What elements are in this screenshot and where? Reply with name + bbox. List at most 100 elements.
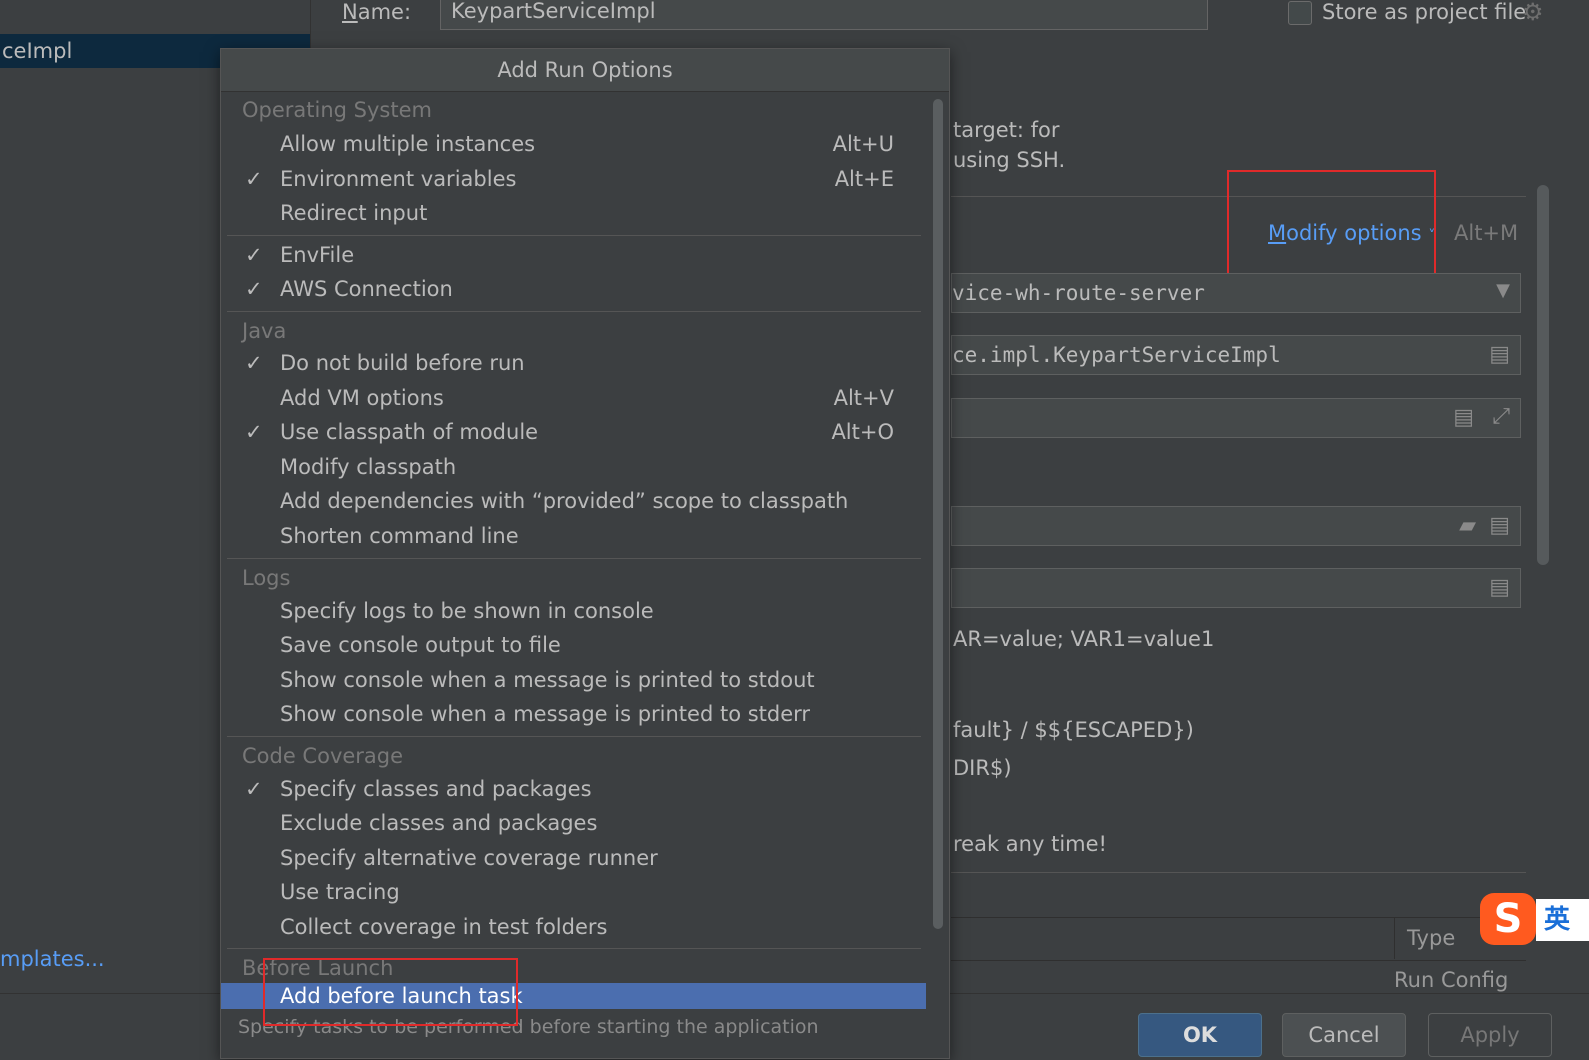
option-shorten-command-line[interactable]: Shorten command line: [221, 519, 926, 553]
folder-icon[interactable]: ▰: [1459, 513, 1476, 538]
popup-title: Add Run Options: [221, 49, 949, 92]
option-label: Modify classpath: [280, 455, 457, 479]
option-do-not-build[interactable]: ✓ Do not build before run: [221, 346, 926, 380]
main-class-field[interactable]: ce.impl.KeypartServiceImpl ▤: [951, 335, 1521, 375]
name-label-rest: ame:: [357, 0, 412, 24]
option-show-console-stdout[interactable]: Show console when a message is printed t…: [221, 663, 926, 697]
annotation-highlight-box: [263, 958, 518, 1026]
document-icon[interactable]: ▤: [1453, 405, 1474, 430]
check-icon: ✓: [245, 167, 263, 191]
option-specify-classes[interactable]: ✓ Specify classes and packages: [221, 772, 926, 806]
add-run-options-popup: Add Run Options Operating System Allow m…: [220, 48, 950, 1059]
popup-scrollbar[interactable]: [933, 99, 943, 929]
name-input[interactable]: KeypartServiceImpl: [440, 0, 1208, 30]
env-vars-hint: AR=value; VAR1=value1: [953, 627, 1215, 651]
option-label: EnvFile: [280, 243, 355, 267]
option-label: Show console when a message is printed t…: [280, 702, 811, 726]
sogou-logo-icon: S: [1480, 893, 1536, 945]
option-add-vm-options[interactable]: Add VM options Alt+V: [221, 381, 926, 415]
option-label: AWS Connection: [280, 277, 453, 301]
option-use-classpath-of-module[interactable]: ✓ Use classpath of module Alt+O: [221, 415, 926, 449]
store-as-project-checkbox[interactable]: [1288, 1, 1312, 25]
column-divider: [1394, 917, 1395, 959]
ok-button[interactable]: OK: [1138, 1013, 1262, 1057]
option-exclude-classes[interactable]: Exclude classes and packages: [221, 806, 926, 840]
modify-options-shortcut: Alt+M: [1454, 221, 1519, 245]
ime-language-label: 英: [1536, 899, 1589, 941]
option-label: Specify classes and packages: [280, 777, 592, 801]
option-alternative-coverage-runner[interactable]: Specify alternative coverage runner: [221, 841, 926, 875]
scrollbar[interactable]: [1537, 185, 1549, 565]
check-icon: ✓: [245, 277, 263, 301]
option-envfile[interactable]: ✓ EnvFile: [221, 238, 926, 272]
option-allow-multiple-instances[interactable]: Allow multiple instances Alt+U: [221, 127, 926, 161]
check-icon: ✓: [245, 420, 263, 444]
option-label: Specify logs to be shown in console: [280, 599, 654, 623]
option-environment-variables[interactable]: ✓ Environment variables Alt+E: [221, 162, 926, 196]
expand-icon[interactable]: ⤢: [1492, 404, 1510, 429]
ime-indicator[interactable]: S 英: [1480, 893, 1589, 949]
name-label-mnemonic: N: [342, 0, 358, 24]
separator: [227, 311, 921, 312]
escape-hint: fault} / $${ESCAPED}): [953, 718, 1194, 742]
option-shortcut: Alt+U: [832, 132, 894, 156]
annotation-highlight-box: [1227, 170, 1436, 282]
check-icon: ✓: [245, 351, 263, 375]
option-redirect-input[interactable]: Redirect input: [221, 196, 926, 230]
section-operating-system: Operating System: [242, 98, 432, 122]
gear-icon[interactable]: ⚙: [1522, 0, 1544, 26]
option-show-console-stderr[interactable]: Show console when a message is printed t…: [221, 697, 926, 731]
option-label: Show console when a message is printed t…: [280, 668, 815, 692]
check-icon: ✓: [245, 243, 263, 267]
option-save-console-output[interactable]: Save console output to file: [221, 628, 926, 662]
option-label: Save console output to file: [280, 633, 561, 657]
option-modify-classpath[interactable]: Modify classpath: [221, 450, 926, 484]
section-code-coverage: Code Coverage: [242, 744, 404, 768]
dropdown-arrow-icon: ▼: [1496, 280, 1510, 301]
option-label: Use tracing: [280, 880, 400, 904]
option-shortcut: Alt+O: [831, 420, 894, 444]
option-use-tracing[interactable]: Use tracing: [221, 875, 926, 909]
env-vars-field[interactable]: ▤: [951, 568, 1521, 608]
dir-hint: DIR$): [953, 756, 1012, 780]
store-as-project-label[interactable]: Store as project file: [1322, 0, 1526, 24]
document-icon[interactable]: ▤: [1489, 575, 1510, 600]
option-specify-logs[interactable]: Specify logs to be shown in console: [221, 594, 926, 628]
edit-templates-link[interactable]: mplates...: [0, 947, 105, 971]
option-aws-connection[interactable]: ✓ AWS Connection: [221, 272, 926, 306]
target-text-line2: using SSH.: [953, 148, 1066, 172]
separator: [951, 872, 1526, 873]
name-label: Name:: [342, 0, 411, 24]
section-logs: Logs: [242, 566, 291, 590]
option-label: Specify alternative coverage runner: [280, 846, 658, 870]
option-label: Use classpath of module: [280, 420, 539, 444]
separator: [227, 235, 921, 236]
option-add-provided-dependencies[interactable]: Add dependencies with “provided” scope t…: [221, 484, 926, 518]
option-label: Environment variables: [280, 167, 517, 191]
check-icon: ✓: [245, 777, 263, 801]
apply-button[interactable]: Apply: [1428, 1013, 1552, 1057]
option-shortcut: Alt+E: [834, 167, 894, 191]
option-label: Collect coverage in test folders: [280, 915, 608, 939]
document-icon[interactable]: ▤: [1489, 513, 1510, 538]
option-label: Add VM options: [280, 386, 444, 410]
option-label: Do not build before run: [280, 351, 525, 375]
run-config-cell: Run Config: [1394, 968, 1509, 992]
option-label: Add dependencies with “provided” scope t…: [280, 489, 849, 513]
separator: [227, 558, 921, 559]
separator: [227, 948, 921, 949]
option-label: Allow multiple instances: [280, 132, 536, 156]
module-select-value: vice-wh-route-server: [952, 281, 1205, 305]
option-coverage-test-folders[interactable]: Collect coverage in test folders: [221, 910, 926, 944]
module-select[interactable]: vice-wh-route-server ▼: [951, 273, 1521, 313]
cancel-button[interactable]: Cancel: [1282, 1013, 1406, 1057]
option-shortcut: Alt+V: [833, 386, 894, 410]
footer-divider: [950, 993, 1589, 994]
separator: [227, 736, 921, 737]
working-dir-field[interactable]: ▰ ▤: [951, 506, 1521, 546]
program-args-field[interactable]: ▤ ⤢: [951, 398, 1521, 438]
document-icon[interactable]: ▤: [1489, 342, 1510, 367]
option-label: Exclude classes and packages: [280, 811, 598, 835]
type-column-header: Type: [1407, 926, 1456, 950]
option-label: Shorten command line: [280, 524, 519, 548]
